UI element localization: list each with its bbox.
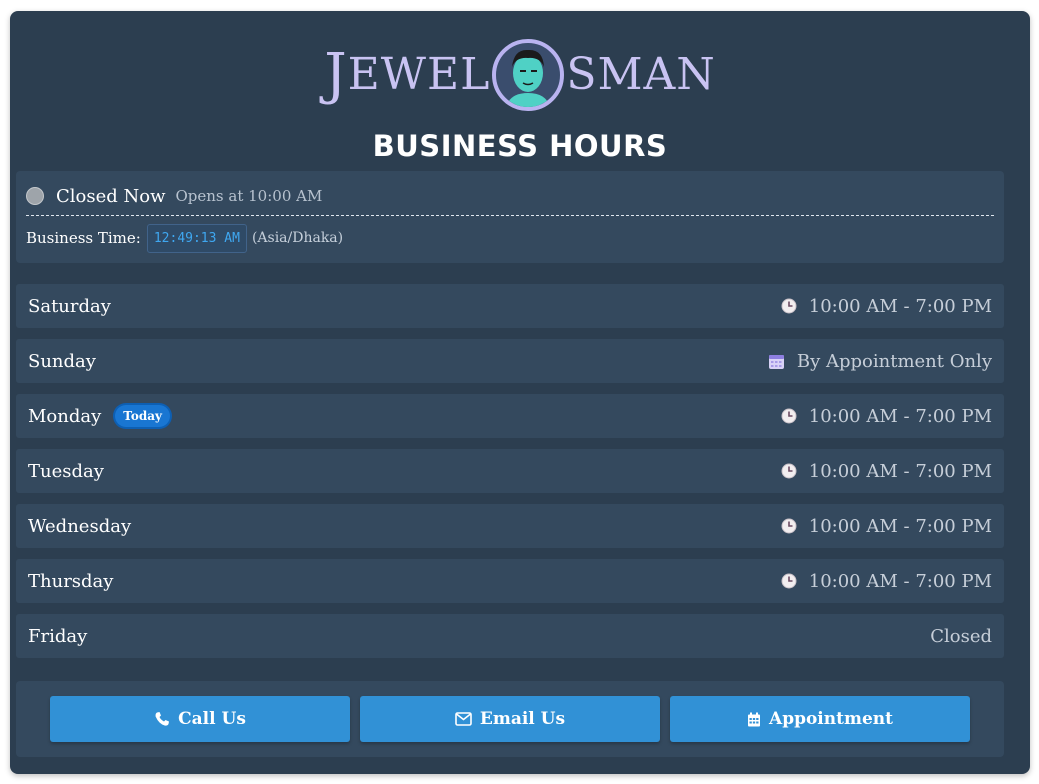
call-button-label: Call Us bbox=[178, 709, 246, 729]
avatar bbox=[492, 39, 565, 111]
day-hours: 10:00 AM - 7:00 PM bbox=[808, 515, 992, 537]
day-hours: 10:00 AM - 7:00 PM bbox=[808, 295, 992, 317]
clock-icon bbox=[781, 518, 797, 534]
day-name: Thursday bbox=[28, 570, 114, 592]
today-badge: Today bbox=[115, 405, 170, 427]
clock-icon bbox=[781, 298, 797, 314]
call-button[interactable]: Call Us bbox=[50, 696, 350, 742]
status-text: Closed Now bbox=[56, 185, 166, 207]
business-time-label: Business Time: bbox=[26, 229, 141, 247]
status-panel: Closed Now Opens at 10:00 AM Business Ti… bbox=[16, 171, 1004, 263]
day-row-tuesday: Tuesday 10:00 AM - 7:00 PM bbox=[16, 449, 1004, 493]
day-row-wednesday: Wednesday 10:00 AM - 7:00 PM bbox=[16, 504, 1004, 548]
email-button-label: Email Us bbox=[479, 709, 566, 729]
status-indicator-icon bbox=[26, 187, 44, 205]
logo-text-ewel: EWEL bbox=[347, 49, 491, 100]
day-name: Monday bbox=[28, 405, 102, 427]
day-name: Tuesday bbox=[28, 460, 104, 482]
day-name: Saturday bbox=[28, 295, 111, 317]
next-open-text: Opens at 10:00 AM bbox=[175, 187, 323, 205]
calendar-icon bbox=[747, 712, 761, 727]
day-hours: By Appointment Only bbox=[796, 350, 992, 372]
contact-actions: Call Us Email Us Appointment bbox=[16, 681, 1004, 757]
day-row-saturday: Saturday 10:00 AM - 7:00 PM bbox=[16, 284, 1004, 328]
day-hours: 10:00 AM - 7:00 PM bbox=[808, 460, 992, 482]
calendar-icon bbox=[768, 353, 785, 370]
appointment-button-label: Appointment bbox=[769, 709, 893, 729]
business-clock: 12:49:13 AM bbox=[146, 223, 247, 253]
day-hours: 10:00 AM - 7:00 PM bbox=[808, 405, 992, 427]
day-row-monday: Monday Today 10:00 AM - 7:00 PM bbox=[16, 394, 1004, 438]
divider bbox=[26, 215, 994, 216]
day-row-friday: Friday Closed bbox=[16, 614, 1004, 658]
email-button[interactable]: Email Us bbox=[360, 696, 660, 742]
clock-icon bbox=[781, 463, 797, 479]
logo-text-jewel: J bbox=[324, 42, 348, 107]
clock-icon bbox=[781, 573, 797, 589]
day-row-sunday: Sunday By Appointment Only bbox=[16, 339, 1004, 383]
day-name: Friday bbox=[28, 625, 88, 647]
envelope-icon bbox=[455, 712, 472, 726]
phone-icon bbox=[154, 711, 170, 727]
page-title: BUSINESS HOURS bbox=[372, 129, 668, 163]
business-time-row: Business Time: 12:49:13 AM (Asia/Dhaka) bbox=[26, 223, 343, 253]
day-hours: 10:00 AM - 7:00 PM bbox=[808, 570, 992, 592]
open-status: Closed Now Opens at 10:00 AM bbox=[26, 185, 994, 207]
appointment-button[interactable]: Appointment bbox=[670, 696, 970, 742]
day-name: Wednesday bbox=[28, 515, 132, 537]
logo-text-sman: SMAN bbox=[566, 49, 716, 100]
business-hours-card: J EWEL SMAN BUSINESS HOURS bbox=[10, 11, 1030, 774]
day-hours: Closed bbox=[930, 625, 992, 647]
timezone-label: (Asia/Dhaka) bbox=[251, 230, 344, 246]
day-name: Sunday bbox=[28, 350, 96, 372]
clock-icon bbox=[781, 408, 797, 424]
brand-logo: J EWEL SMAN bbox=[10, 35, 1030, 115]
day-row-thursday: Thursday 10:00 AM - 7:00 PM bbox=[16, 559, 1004, 603]
